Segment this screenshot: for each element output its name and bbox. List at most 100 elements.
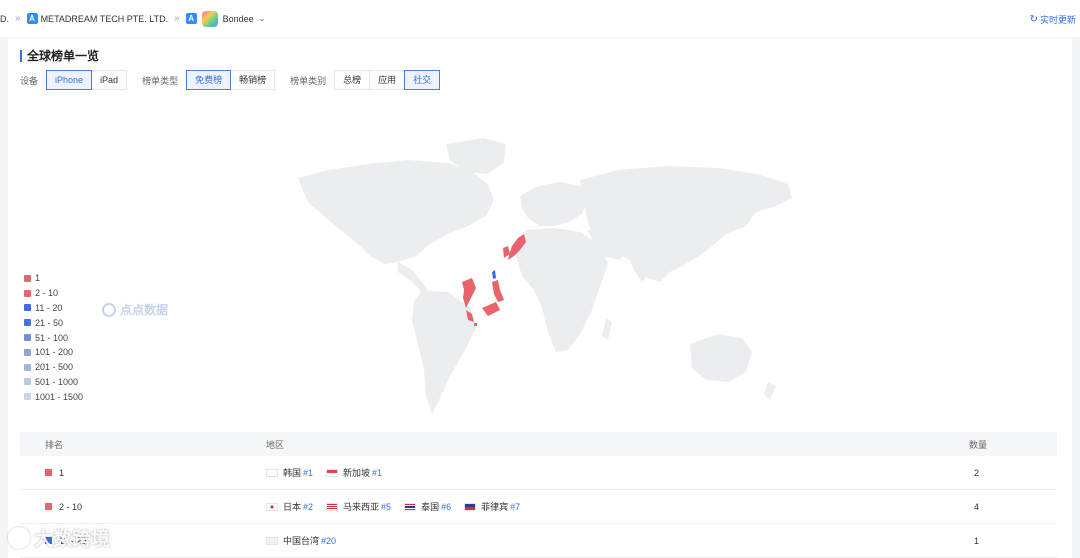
chevron-down-icon[interactable]: ⌄ — [259, 14, 266, 23]
legend-item[interactable]: 201 - 500 — [24, 360, 83, 375]
taiwan-flag-icon — [266, 536, 278, 545]
region-name: 新加坡 — [343, 468, 371, 478]
region-thailand[interactable] — [462, 278, 476, 308]
region-entry[interactable]: 菲律宾 #7 — [464, 500, 520, 513]
europe[interactable] — [520, 182, 588, 226]
device-option-iphone[interactable]: iPhone — [46, 70, 93, 90]
breadcrumb-prefix[interactable]: D. — [0, 14, 9, 24]
rank-label: 1 — [59, 467, 65, 478]
title-accent-bar — [20, 49, 22, 62]
south-america[interactable] — [412, 290, 476, 414]
region-name: 马来西亚 — [343, 502, 380, 512]
region-entry[interactable]: 泰国 #6 — [404, 500, 451, 513]
region-entry[interactable]: 马来西亚 #5 — [326, 500, 391, 513]
world-map[interactable] — [298, 130, 798, 422]
malaysia-flag-icon — [326, 502, 339, 511]
rank-swatch — [45, 503, 52, 510]
legend-item[interactable]: 1001 - 1500 — [24, 389, 83, 404]
legend-swatch — [24, 319, 31, 327]
legend-swatch — [24, 348, 31, 356]
madagascar[interactable] — [602, 318, 612, 340]
legend-item[interactable]: 2 - 10 — [24, 286, 83, 301]
region-rank: #2 — [303, 501, 314, 512]
legend-item[interactable]: 21 - 50 — [24, 315, 83, 330]
legend-swatch — [24, 363, 31, 371]
japan-flag-icon — [266, 502, 278, 511]
ranking-table: 排名 地区 数量 1 韩国 #1 新加坡 #1 2 2 - 10 日本 #2 马… — [20, 432, 1057, 558]
chart-type-filter: 免费榜 畅销榜 — [186, 70, 276, 90]
legend-item[interactable]: 101 - 200 — [24, 345, 83, 360]
legend-label: 101 - 200 — [35, 347, 74, 358]
section-title: 全球榜单一览 — [20, 47, 99, 64]
korea-flag-icon — [266, 468, 278, 477]
header-count: 数量 — [969, 439, 988, 450]
ranked-regions — [462, 234, 526, 326]
region-entry[interactable]: 中国台湾 #20 — [266, 534, 336, 547]
app-store-icon: A — [185, 13, 197, 24]
region-taiwan[interactable] — [492, 270, 496, 279]
region-rank: #1 — [303, 467, 314, 478]
breadcrumb: D. » A METADREAM TECH PTE. LTD. » A Bond… — [0, 10, 266, 27]
new-zealand[interactable] — [764, 382, 776, 400]
rank-swatch — [45, 469, 52, 476]
legend-label: 51 - 100 — [35, 332, 69, 343]
legend-swatch — [24, 304, 31, 312]
breadcrumb-bar: D. » A METADREAM TECH PTE. LTD. » A Bond… — [0, 0, 1080, 37]
refresh-button[interactable]: ↻ 实时更新 — [1030, 13, 1076, 26]
legend-item[interactable]: 501 - 1000 — [24, 375, 83, 390]
region-name: 泰国 — [421, 502, 440, 512]
row-rank: 1 — [20, 468, 266, 478]
philippines-flag-icon — [464, 502, 477, 511]
breadcrumb-separator-icon: » — [174, 13, 180, 24]
chart-type-option-grossing[interactable]: 畅销榜 — [230, 70, 276, 90]
filter-bar: 设备 iPhone iPad 榜单类型 免费榜 畅销榜 榜单类别 总榜 应用 社… — [20, 70, 455, 90]
device-filter-label: 设备 — [20, 75, 39, 86]
map-legend: 1 2 - 10 11 - 20 21 - 50 51 - 100 101 - … — [24, 271, 83, 404]
legend-label: 11 - 20 — [35, 302, 63, 313]
region-name: 韩国 — [283, 468, 302, 478]
legend-label: 201 - 500 — [35, 362, 74, 373]
region-singapore[interactable] — [474, 323, 477, 326]
row-count: 4 — [974, 501, 980, 512]
australia[interactable] — [690, 334, 752, 382]
breadcrumb-app-name[interactable]: Bondee — [223, 14, 254, 24]
singapore-flag-icon — [326, 468, 339, 477]
region-entry[interactable]: 韩国 #1 — [266, 466, 313, 479]
region-entry[interactable]: 新加坡 #1 — [326, 466, 382, 479]
region-name: 菲律宾 — [481, 502, 509, 512]
region-entry[interactable]: 日本 #2 — [266, 500, 313, 513]
map-land — [298, 138, 792, 414]
category-filter: 总榜 应用 社交 — [334, 70, 441, 90]
breadcrumb-developer[interactable]: METADREAM TECH PTE. LTD. — [41, 14, 169, 24]
bottom-watermark-text: 大数跨境 — [34, 529, 111, 550]
table-header: 排名 地区 数量 — [20, 432, 1057, 456]
region-philippines[interactable] — [492, 280, 504, 302]
category-option-apps[interactable]: 应用 — [369, 70, 406, 90]
bottom-watermark: 大数跨境 — [8, 524, 110, 551]
app-store-icon: A — [26, 13, 38, 24]
africa[interactable] — [516, 228, 608, 352]
table-row: 1 韩国 #1 新加坡 #1 2 — [20, 456, 1057, 490]
chart-type-filter-label: 榜单类型 — [142, 75, 179, 86]
legend-swatch — [24, 274, 31, 282]
refresh-label: 实时更新 — [1039, 15, 1076, 25]
watermark-logo: 点点数据 — [102, 301, 168, 318]
legend-item[interactable]: 1 — [24, 271, 83, 286]
central-america[interactable] — [398, 262, 428, 292]
chart-type-option-free[interactable]: 免费榜 — [186, 70, 232, 90]
asia[interactable] — [580, 166, 792, 282]
table-row: 11 - 20 中国台湾 #20 1 — [20, 524, 1057, 558]
row-rank: 2 - 10 — [20, 502, 266, 512]
row-count: 1 — [974, 535, 980, 546]
legend-swatch — [24, 393, 31, 401]
legend-item[interactable]: 11 - 20 — [24, 301, 83, 316]
region-name: 中国台湾 — [283, 536, 320, 546]
row-regions: 日本 #2 马来西亚 #5 泰国 #6 菲律宾 #7 — [266, 500, 967, 513]
category-option-social[interactable]: 社交 — [404, 70, 441, 90]
category-option-overall[interactable]: 总榜 — [334, 70, 371, 90]
north-america[interactable] — [298, 160, 494, 264]
legend-item[interactable]: 51 - 100 — [24, 330, 83, 345]
region-rank: #6 — [441, 501, 452, 512]
legend-label: 1001 - 1500 — [35, 391, 84, 402]
device-option-ipad[interactable]: iPad — [91, 70, 128, 90]
